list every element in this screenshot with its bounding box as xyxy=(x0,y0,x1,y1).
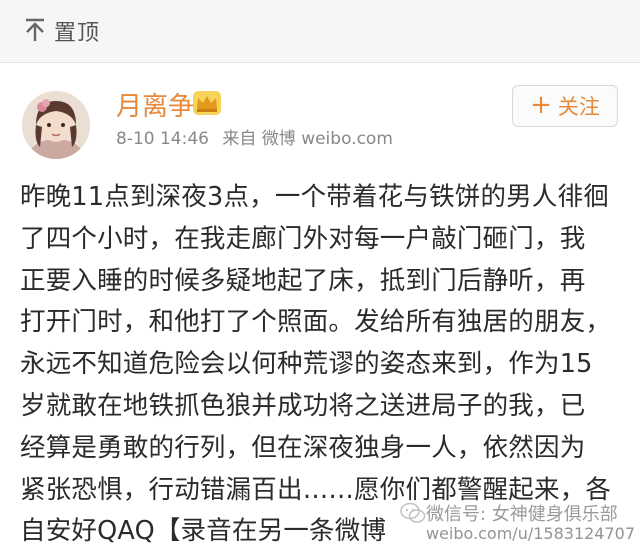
plus-icon: + xyxy=(530,90,552,120)
weibo-post-screen: 置顶 月离争 8-10 14:46 来自 微博 weibo.com + 关注 昨… xyxy=(0,0,640,547)
crown-icon[interactable] xyxy=(192,90,222,116)
wechat-watermark-icon xyxy=(400,502,426,523)
body-line: 岁就敢在地铁抓色狼并成功将之送进局子的我，已 xyxy=(20,390,586,421)
avatar[interactable] xyxy=(22,91,90,159)
post-time: 8-10 14:46 xyxy=(116,129,209,149)
pinned-label: 置顶 xyxy=(54,21,101,46)
body-line: 经算是勇敢的行列，但在深夜独身一人，依然因为 xyxy=(20,432,586,463)
author-name[interactable]: 月离争 xyxy=(116,86,194,123)
avatar-image xyxy=(22,91,90,159)
post-meta: 8-10 14:46 来自 微博 weibo.com xyxy=(116,124,401,149)
watermark-wechat: 微信号: 女神健身俱乐部 xyxy=(426,504,618,525)
post-body: 昨晚11点到深夜3点，一个带着花与铁饼的男人徘徊 了四个小时，在我走廊门外对每一… xyxy=(20,177,626,547)
body-line: 了四个小时，在我走廊门外对每一户敲门砸门，我 xyxy=(20,223,586,254)
post-source[interactable]: 来自 微博 weibo.com xyxy=(222,129,393,149)
pin-top-icon xyxy=(26,18,44,41)
body-line: 永远不知道危险会以何种荒谬的姿态来到，作为15 xyxy=(20,349,593,380)
follow-label: 关注 xyxy=(557,95,600,119)
body-line: 昨晚11点到深夜3点，一个带着花与铁饼的男人徘徊 xyxy=(20,182,609,212)
follow-button[interactable]: + 关注 xyxy=(512,85,618,127)
pinned-bar: 置顶 xyxy=(0,0,640,63)
body-line: 打开门时，和他打了个照面。发给所有独居的朋友， xyxy=(20,307,612,338)
watermark-weibo-url: weibo.com/u/1583124707 xyxy=(426,524,636,543)
body-line: 正要入睡的时候多疑地起了床，抵到门后静听，再 xyxy=(20,265,586,296)
